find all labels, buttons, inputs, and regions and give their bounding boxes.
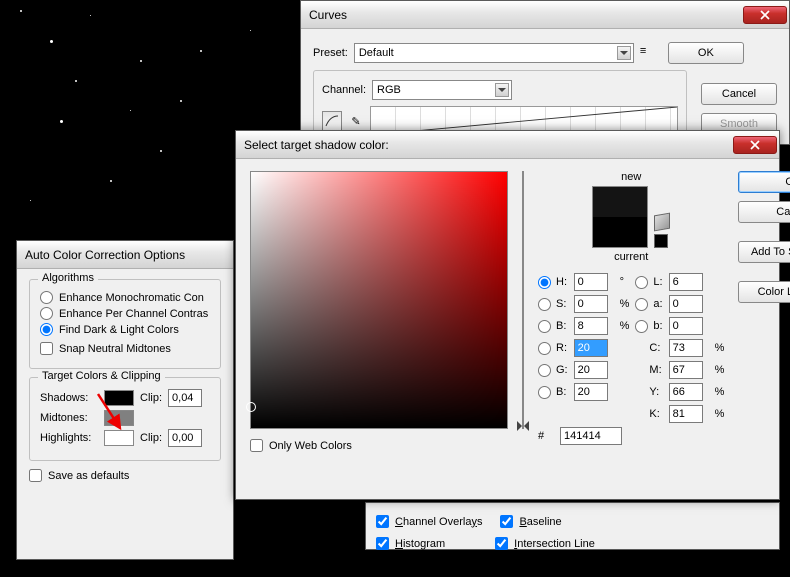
algorithms-legend: Algorithms <box>38 272 98 284</box>
snap-midtones-check[interactable]: Snap Neutral Midtones <box>40 342 210 355</box>
save-defaults-check[interactable]: Save as defaults <box>29 469 221 482</box>
close-icon[interactable] <box>733 136 777 154</box>
bhsb-input[interactable] <box>574 317 608 335</box>
brgb-input[interactable] <box>574 383 608 401</box>
curve-display-options: Channel Overlays Baseline Histogram Inte… <box>365 502 780 550</box>
channel-dropdown[interactable]: RGB <box>372 80 512 100</box>
preset-label: Preset: <box>313 47 348 59</box>
s-input[interactable] <box>574 295 608 313</box>
curves-dialog: Curves Preset: Default ≡ OK Channel: RGB… <box>300 0 790 145</box>
blab-input[interactable] <box>669 317 703 335</box>
cancel-button[interactable]: Cancel <box>738 201 790 223</box>
current-label: current <box>614 251 648 263</box>
mini-swatch[interactable] <box>654 234 668 248</box>
auto-titlebar[interactable]: Auto Color Correction Options <box>17 241 233 269</box>
close-icon[interactable] <box>743 6 787 24</box>
target-colors-group: Target Colors & Clipping Shadows: Clip: … <box>29 377 221 461</box>
preset-dropdown[interactable]: Default <box>354 43 634 63</box>
channel-overlays-check[interactable]: Channel Overlays <box>376 515 482 528</box>
shadows-clip-input[interactable] <box>168 389 202 407</box>
g-radio[interactable] <box>538 364 551 377</box>
brgb-radio[interactable] <box>538 386 551 399</box>
algo-mono-radio[interactable]: Enhance Monochromatic Con <box>40 291 210 304</box>
hex-label: # <box>538 430 556 442</box>
bhsb-radio[interactable] <box>538 320 551 333</box>
r-radio[interactable] <box>538 342 551 355</box>
midtones-label: Midtones: <box>40 412 98 424</box>
l-radio[interactable] <box>635 276 648 289</box>
g-input[interactable] <box>574 361 608 379</box>
curves-title: Curves <box>309 8 743 22</box>
auto-title: Auto Color Correction Options <box>25 248 231 262</box>
color-libraries-button[interactable]: Color Libraries <box>738 281 790 303</box>
blab-radio[interactable] <box>635 320 648 333</box>
s-radio[interactable] <box>538 298 551 311</box>
ok-button[interactable]: OK <box>668 42 744 64</box>
curves-titlebar[interactable]: Curves <box>301 1 789 29</box>
color-picker-dialog: Select target shadow color: Only Web Col… <box>235 130 780 500</box>
add-swatches-button[interactable]: Add To Swatches <box>738 241 790 263</box>
hue-slider[interactable] <box>522 171 524 429</box>
l-input[interactable] <box>669 273 703 291</box>
y-input[interactable] <box>669 383 703 401</box>
algorithms-group: Algorithms Enhance Monochromatic Con Enh… <box>29 279 221 369</box>
curve-tool-icon[interactable] <box>322 111 342 131</box>
target-legend: Target Colors & Clipping <box>38 370 165 382</box>
only-web-colors-check[interactable]: Only Web Colors <box>250 439 508 452</box>
preset-menu-icon[interactable]: ≡ <box>640 45 656 61</box>
cancel-button[interactable]: Cancel <box>701 83 777 105</box>
h-input[interactable] <box>574 273 608 291</box>
auto-color-dialog: Auto Color Correction Options Algorithms… <box>16 240 234 560</box>
new-label: new <box>621 171 641 183</box>
histogram-check[interactable]: Histogram <box>376 537 445 550</box>
k-input[interactable] <box>669 405 703 423</box>
highlights-swatch[interactable] <box>104 430 134 446</box>
highlights-clip-input[interactable] <box>168 429 202 447</box>
algo-perchannel-radio[interactable]: Enhance Per Channel Contras <box>40 307 210 320</box>
clip-label: Clip: <box>140 392 162 404</box>
highlights-label: Highlights: <box>40 432 98 444</box>
shadows-swatch[interactable] <box>104 390 134 406</box>
intersection-check[interactable]: Intersection Line <box>495 537 595 550</box>
a-radio[interactable] <box>635 298 648 311</box>
c-input[interactable] <box>669 339 703 357</box>
baseline-check[interactable]: Baseline <box>500 515 561 528</box>
picker-title: Select target shadow color: <box>244 138 733 152</box>
algo-darklight-radio[interactable]: Find Dark & Light Colors <box>40 323 210 336</box>
hue-pointer-right <box>519 421 529 431</box>
m-input[interactable] <box>669 361 703 379</box>
pencil-tool-icon[interactable]: ✎ <box>346 111 366 131</box>
a-input[interactable] <box>669 295 703 313</box>
clip-label-2: Clip: <box>140 432 162 444</box>
hex-input[interactable] <box>560 427 622 445</box>
shadows-label: Shadows: <box>40 392 98 404</box>
midtones-swatch[interactable] <box>104 410 134 426</box>
color-field[interactable] <box>250 171 508 429</box>
picker-titlebar[interactable]: Select target shadow color: <box>236 131 779 159</box>
new-current-swatch[interactable] <box>592 186 648 248</box>
r-input[interactable] <box>574 339 608 357</box>
cube-icon[interactable] <box>654 213 670 232</box>
color-field-cursor <box>246 402 256 412</box>
ok-button[interactable]: OK <box>738 171 790 193</box>
h-radio[interactable] <box>538 276 551 289</box>
channel-label: Channel: <box>322 84 366 96</box>
